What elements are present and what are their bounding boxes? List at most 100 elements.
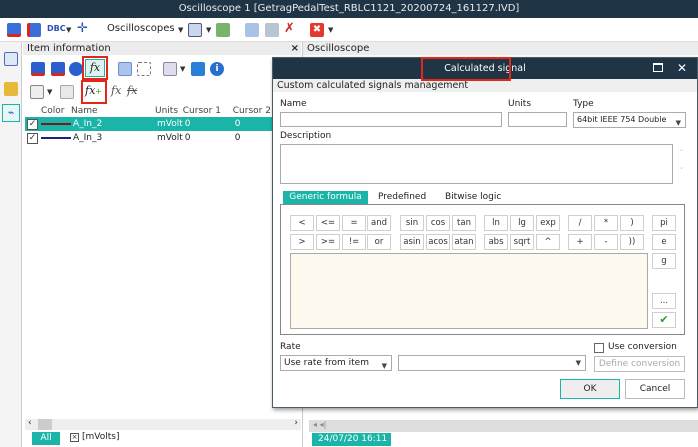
operator-button[interactable]: / <box>568 215 592 231</box>
description-scrollbar[interactable]: ˄ ˅ <box>677 144 686 184</box>
select-all-icon[interactable] <box>118 62 132 76</box>
description-input[interactable] <box>280 144 673 184</box>
operator-button[interactable]: < <box>290 215 314 231</box>
operator-button[interactable]: - <box>594 234 618 250</box>
operator-button[interactable]: or <box>367 234 391 250</box>
operator-button[interactable]: asin <box>400 234 424 250</box>
tab-predefined[interactable]: Predefined <box>378 191 426 204</box>
operator-button[interactable]: >= <box>316 234 340 250</box>
operator-button[interactable]: sin <box>400 215 424 231</box>
dropdown-arrow-icon[interactable]: ▼ <box>328 26 333 34</box>
units-input[interactable] <box>508 112 567 127</box>
unit-filter-remove[interactable]: × <box>70 433 79 442</box>
operator-button[interactable]: != <box>342 234 366 250</box>
operator-button[interactable]: abs <box>484 234 508 250</box>
cancel-button[interactable]: Cancel <box>625 379 685 399</box>
table-row[interactable]: ✓ A_In_3 mVolt 0 0 <box>25 131 301 145</box>
row-name: A_In_2 <box>71 117 155 131</box>
tab-generic-formula[interactable]: Generic formula <box>283 191 368 204</box>
chart-icon[interactable] <box>163 62 177 76</box>
scroll-left-icon[interactable]: ‹ <box>28 418 32 428</box>
close-panel-button[interactable]: × <box>291 42 299 55</box>
dropdown-arrow-icon[interactable]: ▼ <box>47 88 52 96</box>
close-red-icon[interactable]: ✖ <box>310 23 324 37</box>
operator-button[interactable]: = <box>342 215 366 231</box>
constant-g-button[interactable]: g <box>652 253 676 269</box>
print-icon[interactable] <box>265 23 279 37</box>
dbc-icon[interactable]: DBC <box>47 24 66 33</box>
operator-button[interactable]: <= <box>316 215 340 231</box>
operator-button[interactable]: ln <box>484 215 508 231</box>
step-back-icon[interactable]: ◂ ◂| <box>313 420 326 429</box>
col-units: Units <box>155 105 179 116</box>
scroll-thumb[interactable] <box>38 419 52 430</box>
time-scrollbar[interactable]: ◂ ◂| <box>309 420 698 432</box>
layout-icon[interactable] <box>188 23 202 37</box>
delete-fx-icon[interactable]: fx <box>127 84 137 97</box>
copy-calc-icon[interactable] <box>60 85 74 99</box>
tab-bitwise-logic[interactable]: Bitwise logic <box>445 191 501 204</box>
define-conversion-button[interactable]: Define conversion <box>594 356 685 372</box>
operator-button[interactable]: exp <box>536 215 560 231</box>
oscilloscopes-menu[interactable]: Oscilloscopes <box>107 23 175 34</box>
filter-icon[interactable] <box>69 62 83 76</box>
operator-button[interactable]: ^ <box>536 234 560 250</box>
more-button[interactable]: ... <box>652 293 676 309</box>
operator-button[interactable]: + <box>568 234 592 250</box>
operator-button[interactable]: ) <box>620 215 644 231</box>
formula-editor[interactable] <box>290 253 648 329</box>
operator-button[interactable]: * <box>594 215 618 231</box>
add-item-icon[interactable] <box>31 62 45 76</box>
tab-all[interactable]: All <box>32 432 60 445</box>
rate-source-select[interactable]: ▼ <box>398 355 586 371</box>
type-select[interactable]: 64bit IEEE 754 Double ▼ <box>573 112 686 128</box>
edit-fx-icon[interactable]: fx <box>111 84 121 97</box>
horizontal-scrollbar[interactable]: ‹ › <box>25 418 301 430</box>
operator-button[interactable]: and <box>367 215 391 231</box>
calc-list-icon[interactable] <box>30 85 44 99</box>
dropdown-arrow-icon[interactable]: ▼ <box>178 26 183 34</box>
check-icon[interactable]: ✔ <box>652 312 676 328</box>
close-icon[interactable]: ✕ <box>677 58 687 79</box>
operator-button[interactable]: cos <box>426 215 450 231</box>
search-icon[interactable] <box>191 62 205 76</box>
timestamp-tab[interactable]: 24/07/20 16:11 <box>312 433 391 446</box>
copy-icon[interactable] <box>245 23 259 37</box>
open-icon[interactable] <box>7 23 21 37</box>
table-row[interactable]: ✓ A_In_2 mVolt 0 0 <box>25 117 301 131</box>
info-icon[interactable]: i <box>210 62 224 76</box>
panel-title: Item information <box>27 43 111 54</box>
operator-button[interactable]: atan <box>452 234 476 250</box>
operator-button[interactable]: tan <box>452 215 476 231</box>
operator-button[interactable]: lg <box>510 215 534 231</box>
tools-icon[interactable]: ✗ <box>284 21 295 36</box>
operator-button[interactable]: pi <box>652 215 676 231</box>
crosshair-icon[interactable]: ✛ <box>77 21 88 36</box>
operator-button[interactable]: e <box>652 234 676 250</box>
maximize-icon[interactable] <box>653 63 663 72</box>
document-icon[interactable] <box>4 52 18 66</box>
folder-icon[interactable] <box>4 82 18 96</box>
row-checkbox[interactable]: ✓ <box>27 132 38 144</box>
operator-button[interactable]: acos <box>426 234 450 250</box>
dropdown-arrow-icon[interactable]: ▼ <box>206 26 211 34</box>
rate-select[interactable]: Use rate from item ▼ <box>280 355 392 371</box>
calculated-signal-dialog: Calculated signal ✕ Custom calculated si… <box>272 57 698 408</box>
operator-button[interactable]: > <box>290 234 314 250</box>
row-cursor1: 0 <box>184 133 191 143</box>
use-conversion-checkbox[interactable] <box>594 343 604 353</box>
row-checkbox[interactable]: ✓ <box>27 118 38 130</box>
ok-button[interactable]: OK <box>560 379 620 399</box>
export-icon[interactable] <box>216 23 230 37</box>
operator-button[interactable]: sqrt <box>510 234 534 250</box>
select-none-icon[interactable] <box>137 62 151 76</box>
dropdown-arrow-icon[interactable]: ▼ <box>180 65 185 73</box>
operator-button[interactable]: )) <box>620 234 644 250</box>
close-file-icon[interactable] <box>27 23 41 37</box>
name-input[interactable] <box>280 112 502 127</box>
chevron-down-icon: ▼ <box>575 359 581 367</box>
signal-icon[interactable]: ⌁ <box>2 104 20 122</box>
dropdown-arrow-icon[interactable]: ▼ <box>66 26 71 34</box>
scroll-right-icon[interactable]: › <box>294 418 298 428</box>
remove-item-icon[interactable] <box>51 62 65 76</box>
